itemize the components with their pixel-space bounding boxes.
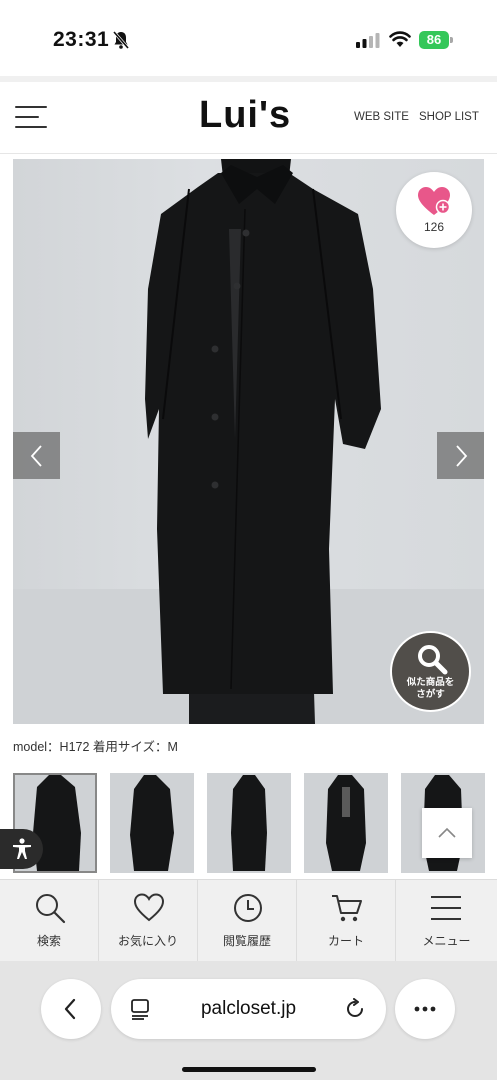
thumbnail-3[interactable] xyxy=(207,773,291,873)
address-bar[interactable]: palcloset.jp xyxy=(111,979,386,1039)
chevron-right-icon xyxy=(456,445,468,467)
bell-muted-icon xyxy=(112,31,130,49)
browser-toolbar: palcloset.jp xyxy=(0,961,497,1080)
nav-history-label: 閲覧履歴 xyxy=(222,934,271,948)
heart-plus-icon xyxy=(418,187,451,215)
nav-cart-label: カート xyxy=(327,934,364,948)
thumbnail-2[interactable] xyxy=(110,773,194,873)
favorite-count: 126 xyxy=(423,220,445,234)
nav-cart[interactable]: カート xyxy=(297,880,396,962)
reload-icon[interactable] xyxy=(344,998,366,1020)
wifi-icon xyxy=(389,31,411,47)
scroll-to-top-button[interactable] xyxy=(422,808,472,858)
hamburger-icon[interactable] xyxy=(15,106,47,128)
website-link[interactable]: WEB SITE xyxy=(354,111,409,123)
cellular-signal-icon xyxy=(356,33,380,48)
search-icon xyxy=(36,894,66,924)
favorite-button[interactable]: 126 xyxy=(396,172,472,248)
nav-menu[interactable]: メニュー xyxy=(396,880,497,962)
next-image-button[interactable] xyxy=(437,432,484,479)
model-caption: model：H172 着用サイズ：M xyxy=(13,740,178,754)
site-header: Lui's WEB SITE SHOP LIST xyxy=(0,82,497,154)
browser-back-button[interactable] xyxy=(41,979,101,1039)
thumbnail-4[interactable] xyxy=(304,773,388,873)
site-logo[interactable]: Lui's xyxy=(199,94,291,137)
battery-level: 86 xyxy=(419,31,449,49)
more-dots-icon xyxy=(414,1006,436,1012)
search-icon xyxy=(418,645,448,675)
home-indicator[interactable] xyxy=(182,1067,316,1072)
battery-icon: 86 xyxy=(419,31,453,49)
bottom-navigation: 検索 お気に入り 閲覧履歴 カート メニュー xyxy=(0,879,497,962)
menu-icon xyxy=(431,896,461,920)
chevron-left-icon xyxy=(64,998,76,1020)
nav-favorites-label: お気に入り xyxy=(117,934,178,948)
nav-favorites[interactable]: お気に入り xyxy=(99,880,198,962)
cart-icon xyxy=(332,895,362,922)
clock-icon xyxy=(234,894,262,922)
chevron-left-icon xyxy=(30,445,42,467)
accessibility-icon xyxy=(13,838,31,859)
previous-image-button[interactable] xyxy=(13,432,60,479)
shop-list-link[interactable]: SHOP LIST xyxy=(419,111,479,123)
status-time: 23:31 xyxy=(53,28,110,51)
browser-more-button[interactable] xyxy=(395,979,455,1039)
accessibility-button[interactable] xyxy=(0,829,43,869)
nav-search[interactable]: 検索 xyxy=(0,880,99,962)
nav-menu-label: メニュー xyxy=(422,934,471,948)
status-bar: 23:31 86 xyxy=(0,0,497,78)
heart-icon xyxy=(133,893,165,922)
nav-history[interactable]: 閲覧履歴 xyxy=(198,880,297,962)
chevron-up-icon xyxy=(438,827,456,838)
nav-search-label: 検索 xyxy=(36,934,61,948)
find-similar-button[interactable]: 似た商品を さがす xyxy=(390,631,471,712)
product-image[interactable]: 126 似た商品を さがす xyxy=(13,159,484,724)
find-similar-label: 似た商品を さがす xyxy=(406,677,455,700)
